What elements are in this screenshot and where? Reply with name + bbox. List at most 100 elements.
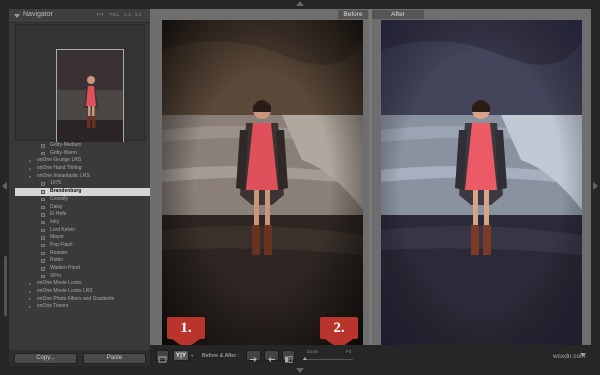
preset-item[interactable]: Gritty-Medium (15, 142, 150, 150)
folder-collapsed-icon[interactable] (29, 282, 31, 285)
preset-label: Walden Pond (50, 265, 80, 271)
filmstrip-toggle-icon[interactable] (296, 368, 304, 373)
toolbar: Y|Y ▾ Before & After : Zoom Fit (150, 345, 591, 366)
preset-folder[interactable]: onOne Toners (15, 303, 150, 311)
after-label: After (372, 10, 424, 19)
preset-label: onOne Movie Looks LRS (37, 288, 93, 295)
left-panel-scrollbar[interactable] (4, 256, 7, 316)
preset-item[interactable]: Daisy (15, 204, 150, 212)
zoom-option-fit[interactable]: FIT (97, 12, 104, 17)
folder-collapsed-icon[interactable] (29, 305, 31, 308)
preset-label: onOne Photo Filters and Gradients (37, 295, 115, 302)
preset-item[interactable]: Lord Kelvin (15, 227, 150, 235)
view-mode-chevron-icon[interactable]: ▾ (191, 353, 193, 359)
preset-item[interactable]: Pop Flash (15, 242, 150, 250)
preset-item[interactable]: Walden Pond (15, 265, 150, 273)
navigator-header[interactable]: Navigator FIT FILL 1:1 3:1 (9, 9, 150, 23)
preset-icon (41, 182, 45, 186)
preset-label: onOne Hand Tinting (37, 165, 82, 172)
before-label: Before (338, 10, 368, 19)
zoom-option-fill[interactable]: FILL (110, 12, 120, 17)
swap-before-after-button[interactable] (282, 350, 295, 363)
preset-icon (41, 259, 45, 263)
copy-paste-bar: Copy... Paste (9, 350, 150, 366)
paste-button[interactable]: Paste (83, 353, 146, 364)
callout-2-label: 2. (320, 317, 358, 339)
collapse-triangle-icon[interactable] (14, 14, 20, 18)
folder-expanded-icon[interactable] (29, 175, 31, 178)
preset-icon (41, 228, 45, 233)
preset-label: onOne Toners (37, 303, 69, 310)
after-photo[interactable] (381, 20, 582, 345)
preset-label: Gritty-Medium (50, 142, 82, 148)
folder-collapsed-icon[interactable] (29, 167, 31, 170)
loupe-view-button[interactable] (156, 350, 169, 363)
preset-folder[interactable]: onOne Instantastic LRS (15, 173, 150, 181)
preset-folder[interactable]: onOne Grunge LRS (15, 157, 150, 165)
fit-label: Fit (346, 349, 351, 354)
preset-item[interactable]: Gritty-Warm (15, 150, 150, 158)
preset-folder[interactable]: onOne Movie Looks LRS (15, 288, 150, 296)
preset-folder[interactable]: onOne Photo Filters and Gradients (15, 296, 150, 304)
preset-item[interactable]: Roaster (15, 250, 150, 258)
presets-list: Gritty-Medium Gritty-Warm onOne Grunge LRS… (15, 142, 150, 352)
preset-label: 1975 (50, 180, 62, 187)
preset-label: Crossify (50, 195, 69, 202)
preset-icon (41, 213, 45, 217)
navigator-preview[interactable] (15, 24, 145, 152)
preset-item[interactable]: XPro (15, 273, 150, 281)
preset-label: onOne Movie Looks (37, 280, 82, 287)
folder-collapsed-icon[interactable] (29, 290, 31, 293)
preset-item[interactable]: Inky (15, 219, 150, 227)
preset-label: Roaster (50, 249, 68, 256)
before-after-yy-button[interactable]: Y|Y (173, 350, 189, 361)
right-panel-toggle-icon[interactable] (593, 182, 598, 190)
preset-label: Gritty-Warm (50, 149, 77, 156)
navigator-title: Navigator (23, 11, 53, 18)
preset-icon (41, 197, 45, 202)
preset-label: Lord Kelvin (50, 226, 76, 233)
copy-button[interactable]: Copy... (14, 353, 77, 364)
preset-item[interactable]: Brandenburg (15, 188, 150, 196)
zoom-slider-track[interactable] (303, 359, 353, 360)
preset-label: El Hefe (50, 211, 67, 218)
preset-label: Mayor (50, 234, 64, 241)
preset-icon (41, 267, 45, 271)
before-after-view: Before After (150, 9, 591, 345)
preset-item[interactable]: 1975 (15, 180, 150, 188)
callout-1-label: 1. (167, 317, 205, 339)
preset-label: Robin (50, 257, 64, 264)
preset-label: XPro (50, 272, 62, 279)
left-panel-toggle-icon[interactable] (2, 182, 7, 190)
navigator-thumbnail[interactable] (56, 49, 124, 152)
watermark: wsxdn.com (553, 353, 586, 360)
before-photo[interactable] (162, 20, 363, 345)
preset-item[interactable]: El Hefe (15, 211, 150, 219)
folder-collapsed-icon[interactable] (29, 159, 31, 162)
folder-collapsed-icon[interactable] (29, 298, 31, 301)
before-after-label: Before & After : (202, 353, 240, 359)
preset-label: onOne Instantastic LRS (37, 172, 90, 179)
preset-label: Daisy (50, 203, 63, 210)
preset-item[interactable]: Robin (15, 257, 150, 265)
preset-icon (41, 274, 45, 279)
zoom-label: Zoom (307, 349, 319, 354)
preset-icon (41, 151, 45, 156)
copy-before-to-after-button[interactable] (246, 350, 261, 362)
preset-item[interactable]: Mayor (15, 234, 150, 242)
preset-icon (41, 190, 45, 194)
preset-folder[interactable]: onOne Hand Tinting (15, 165, 150, 173)
zoom-slider-thumb[interactable] (303, 357, 307, 360)
preset-icon (41, 236, 45, 240)
zoom-option-1-1[interactable]: 1:1 (124, 12, 131, 17)
preset-item[interactable]: Crossify (15, 196, 150, 204)
preset-folder[interactable]: onOne Movie Looks (15, 280, 150, 288)
preset-label: Brandenburg (50, 188, 82, 195)
copy-after-to-before-button[interactable] (264, 350, 279, 362)
preset-label: Pop Flash (50, 241, 73, 248)
preset-icon (41, 220, 45, 225)
zoom-option-3-1[interactable]: 3:1 (135, 12, 142, 17)
top-panel-toggle-icon[interactable] (296, 1, 304, 6)
preset-label: Inky (50, 218, 60, 225)
before-after-divider (369, 9, 372, 345)
